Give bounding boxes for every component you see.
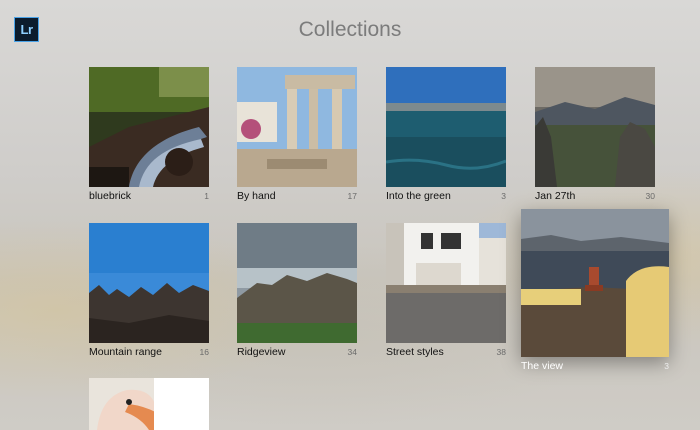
collection-name: Mountain range: [89, 346, 162, 358]
collection-count: 30: [645, 191, 655, 201]
collection-thumbnail: [237, 223, 357, 343]
collection-name: Jan 27th: [535, 190, 576, 202]
collection-name: Into the green: [386, 190, 451, 202]
collection-count: 16: [199, 347, 209, 357]
collection-count: 17: [347, 191, 357, 201]
collection-thumbnail: [89, 223, 209, 343]
collection-name: The view: [521, 360, 564, 372]
collection-count: 3: [501, 191, 506, 201]
collection-thumbnail: [89, 378, 209, 430]
collection-thumbnail: [237, 67, 357, 187]
collection-thumbnail: [386, 67, 506, 187]
collection-thumbnail: [521, 209, 669, 357]
collection-count: 1: [204, 191, 209, 201]
collection-thumbnail: [386, 223, 506, 343]
collection-name: Street styles: [386, 346, 444, 358]
collection-thumbnail: [89, 67, 209, 187]
collection-count: 38: [496, 347, 506, 357]
page-title: Collections: [298, 18, 402, 41]
collection-count: 3: [664, 361, 669, 371]
collection-thumbnail: [535, 67, 655, 187]
collection-count: 34: [347, 347, 357, 357]
collection-name: bluebrick: [89, 190, 132, 202]
collection-name: Ridgeview: [237, 346, 286, 358]
collection-name: By hand: [237, 190, 276, 202]
